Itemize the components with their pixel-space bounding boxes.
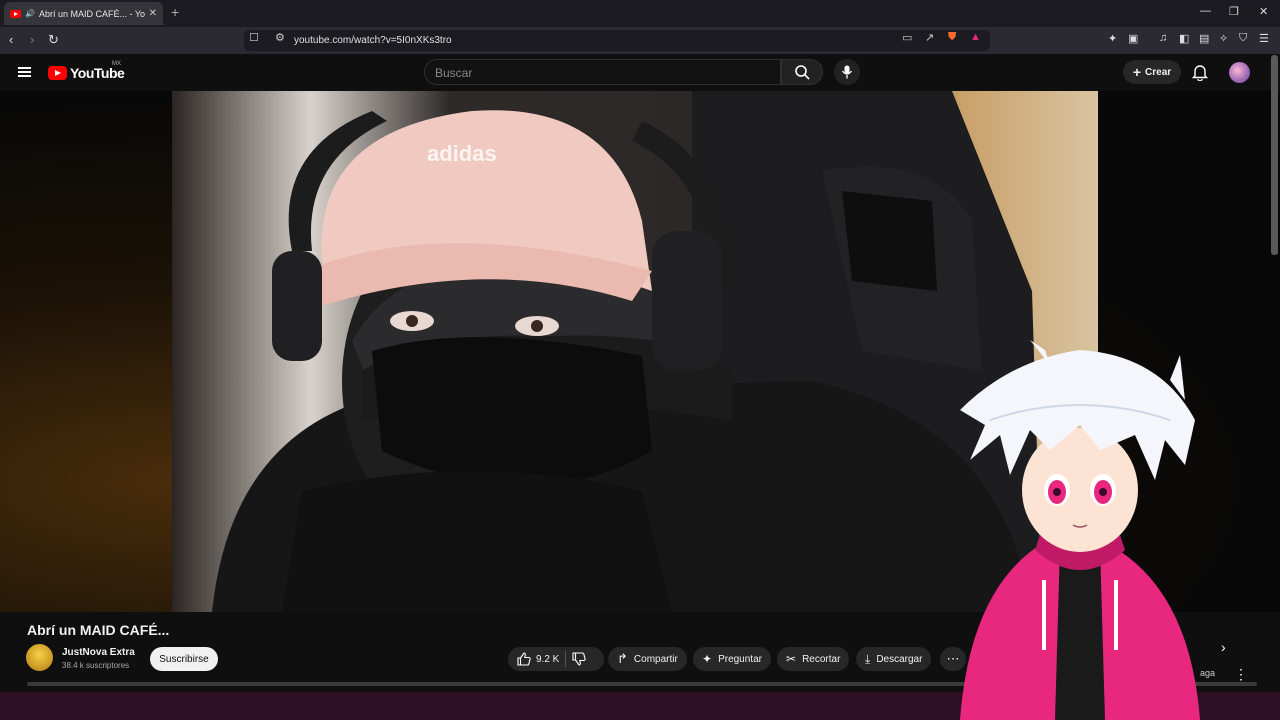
- more-vertical-icon[interactable]: ⋮: [1234, 666, 1248, 683]
- sparkle-icon: ✦: [702, 652, 713, 666]
- subscribe-button[interactable]: Suscribirse: [150, 647, 218, 671]
- close-tab-icon[interactable]: ✕: [149, 8, 157, 19]
- screenshot-icon[interactable]: ▣: [1128, 32, 1138, 45]
- like-button[interactable]: 9.2 K: [517, 652, 559, 666]
- share-button[interactable]: ↱ Compartir: [608, 647, 687, 671]
- speaker-icon[interactable]: 🔊: [25, 9, 35, 18]
- browser-navbar: ‹ › ↻ youtube.com/watch?v=5I0nXKs3tro ☐ …: [0, 27, 1280, 54]
- youtube-masthead: YouTube MX Buscar + Crear: [0, 54, 1280, 91]
- search-icon: [795, 65, 810, 80]
- tab-title: Abrí un MAID CAFÉ... - YouTube: [38, 8, 145, 19]
- url-text: youtube.com/watch?v=5I0nXKs3tro: [294, 35, 452, 46]
- like-dislike-group: 9.2 K: [508, 647, 604, 671]
- leo-ai-icon[interactable]: ✧: [1219, 32, 1228, 45]
- page-scrollbar[interactable]: [1271, 55, 1278, 255]
- browser-tab[interactable]: 🔊 Abrí un MAID CAFÉ... - YouTube ✕: [4, 2, 163, 25]
- reload-icon[interactable]: ↻: [48, 32, 59, 48]
- site-info-icon[interactable]: ⚙: [275, 31, 285, 44]
- channel-avatar[interactable]: [26, 644, 53, 671]
- cast-icon[interactable]: ▭: [902, 31, 912, 44]
- region-code: MX: [112, 61, 121, 67]
- share-label: Compartir: [633, 653, 678, 665]
- microphone-icon: [841, 65, 853, 79]
- download-label: Descargar: [876, 653, 923, 665]
- account-avatar[interactable]: [1229, 62, 1250, 83]
- create-label: Crear: [1145, 66, 1172, 78]
- media-icon[interactable]: ♫: [1159, 32, 1167, 44]
- thumbs-down-icon[interactable]: [572, 652, 587, 666]
- clip-label: Recortar: [802, 653, 841, 665]
- thumbs-up-icon: [517, 652, 531, 666]
- youtube-favicon-icon: [10, 9, 21, 18]
- close-window-icon[interactable]: ✕: [1259, 5, 1268, 18]
- download-button[interactable]: ⤓ Descargar: [856, 647, 932, 671]
- hamburger-menu-icon[interactable]: [18, 67, 31, 77]
- download-icon: ⤓: [865, 651, 871, 666]
- vtuber-avatar-overlay: [960, 340, 1200, 720]
- new-tab-icon[interactable]: +: [171, 4, 179, 20]
- like-count: 9.2 K: [536, 653, 560, 665]
- bookmark-icon[interactable]: ☐: [249, 31, 259, 44]
- video-title: Abrí un MAID CAFÉ...: [27, 622, 170, 638]
- voice-search-button[interactable]: [834, 59, 860, 85]
- clip-button[interactable]: ✂ Recortar: [777, 647, 850, 671]
- forward-icon[interactable]: ›: [30, 32, 34, 47]
- address-bar[interactable]: youtube.com/watch?v=5I0nXKs3tro: [244, 30, 990, 51]
- browser-tabbar: 🔊 Abrí un MAID CAFÉ... - YouTube ✕ + — ❐…: [0, 0, 1280, 27]
- create-button[interactable]: + Crear: [1123, 60, 1181, 84]
- extensions-icon[interactable]: ✦: [1108, 32, 1117, 45]
- search-input[interactable]: Buscar: [424, 59, 781, 85]
- wallet-icon[interactable]: ▤: [1199, 32, 1209, 45]
- share-page-icon[interactable]: ↗: [925, 31, 934, 44]
- maximize-icon[interactable]: ❐: [1229, 5, 1239, 18]
- notifications-bell-icon[interactable]: [1192, 64, 1208, 81]
- chevron-right-icon[interactable]: ›: [1221, 639, 1226, 655]
- browser-menu-icon[interactable]: ☰: [1259, 32, 1269, 45]
- youtube-logo[interactable]: YouTube MX: [48, 61, 125, 81]
- divider: [565, 651, 567, 667]
- brave-shield-icon[interactable]: ⛊: [948, 31, 956, 44]
- rewards-icon[interactable]: ▲: [970, 31, 981, 43]
- search-button[interactable]: [781, 59, 823, 85]
- scissors-icon: ✂: [786, 652, 797, 666]
- svg-text:adidas: adidas: [427, 141, 497, 166]
- plus-icon: +: [1132, 64, 1142, 80]
- minimize-icon[interactable]: —: [1200, 5, 1211, 17]
- share-icon: ↱: [617, 651, 628, 666]
- subscriber-count: 38.4 k suscriptores: [62, 661, 130, 670]
- ask-label: Preguntar: [718, 653, 762, 665]
- channel-name[interactable]: JustNova Extra: [62, 647, 135, 658]
- sidebar-icon[interactable]: ◧: [1179, 32, 1189, 45]
- ask-button[interactable]: ✦ Preguntar: [693, 647, 771, 671]
- vpn-icon[interactable]: ⛉: [1239, 32, 1247, 45]
- back-icon[interactable]: ‹: [9, 32, 13, 47]
- youtube-play-icon: [48, 66, 67, 80]
- youtube-wordmark: YouTube: [70, 65, 125, 81]
